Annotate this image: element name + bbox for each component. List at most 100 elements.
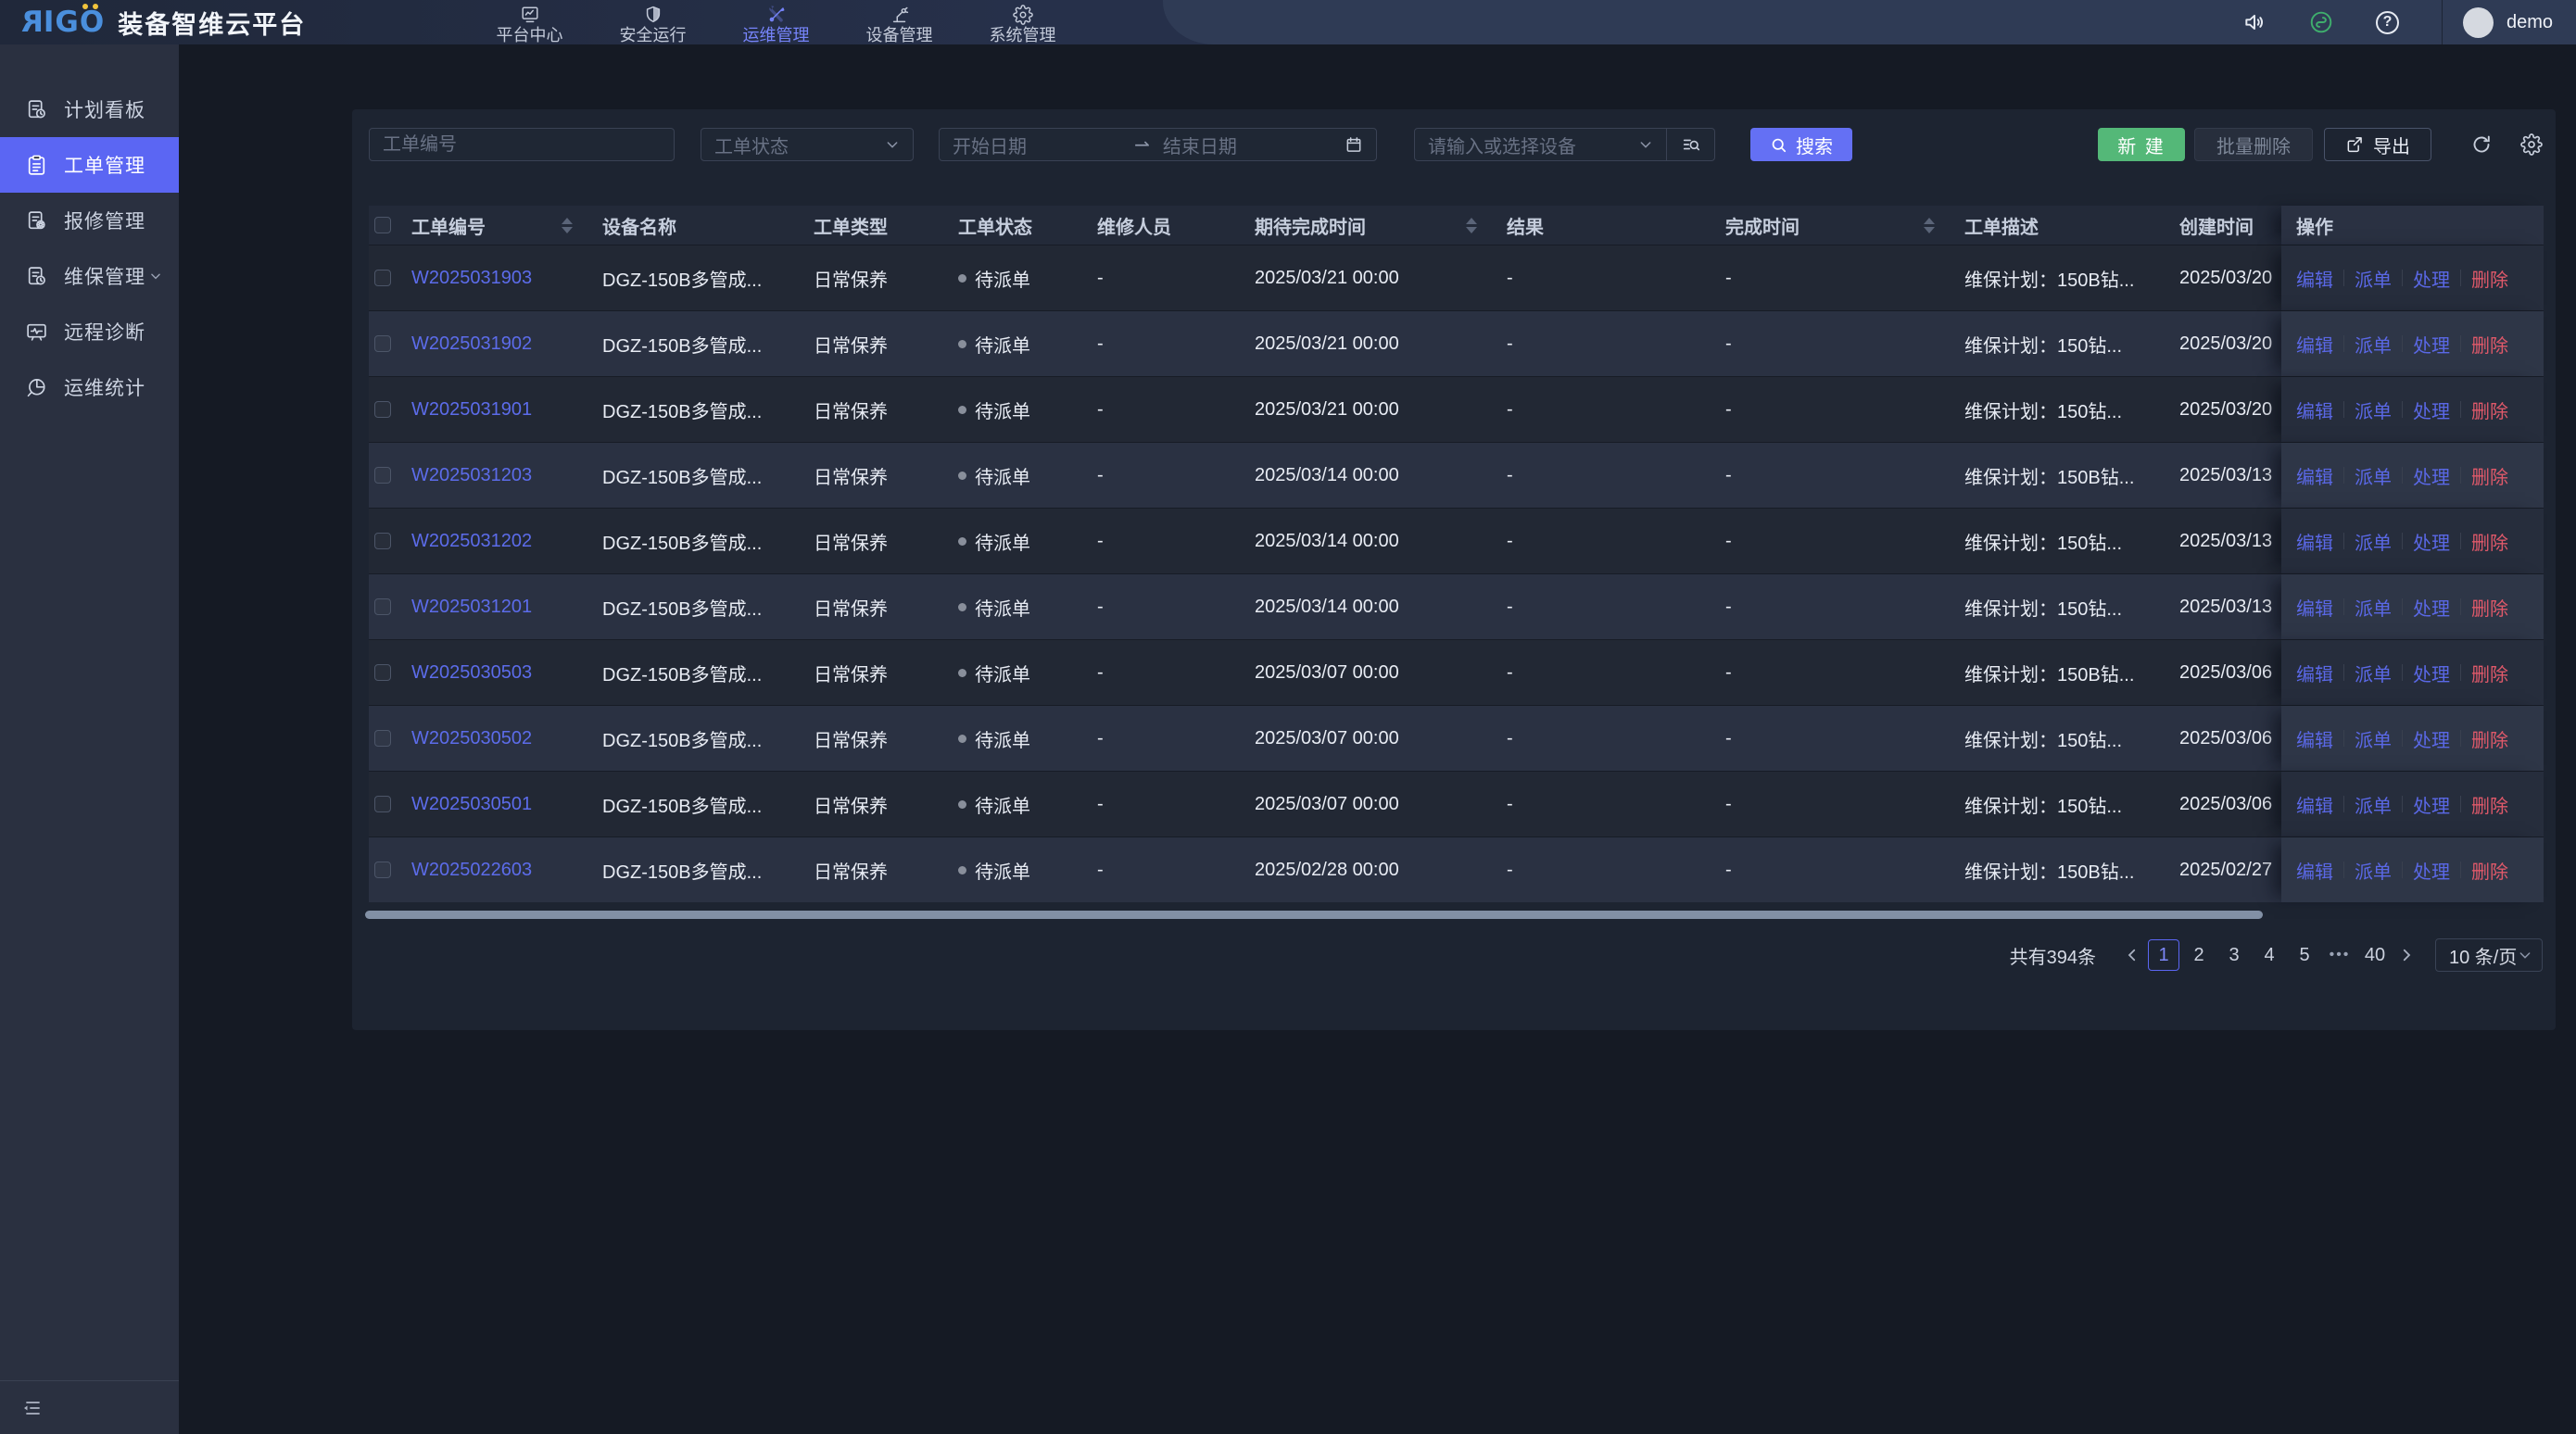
date-range-picker[interactable]: 开始日期 ⇀ 结束日期	[939, 128, 1377, 161]
action-link-2[interactable]: 派单	[2355, 660, 2392, 686]
work-order-link[interactable]: W2025031202	[411, 531, 532, 552]
nav-item-2[interactable]: 安全运行	[591, 0, 714, 44]
horizontal-scrollbar-thumb[interactable]	[365, 911, 2263, 919]
table-settings-gear-icon[interactable]	[2520, 133, 2543, 156]
work-order-link[interactable]: W2025031902	[411, 333, 532, 355]
work-order-link[interactable]: W2025031203	[411, 465, 532, 486]
work-order-link[interactable]: W2025031903	[411, 268, 532, 289]
action-link-1[interactable]: 编辑	[2296, 462, 2333, 489]
action-link-3[interactable]: 处理	[2413, 594, 2450, 621]
work-order-link[interactable]: W2025031901	[411, 399, 532, 421]
user-avatar[interactable]	[2463, 7, 2494, 38]
page-number-4[interactable]: 4	[2254, 939, 2285, 971]
create-button[interactable]: 新 建	[2098, 128, 2185, 161]
work-order-link[interactable]: W2025022603	[411, 860, 532, 881]
nav-item-5[interactable]: 系统管理	[961, 0, 1084, 44]
row-checkbox[interactable]	[374, 401, 391, 418]
device-list-search-button[interactable]	[1667, 128, 1715, 161]
action-link-2[interactable]: 派单	[2355, 265, 2392, 292]
row-checkbox[interactable]	[374, 270, 391, 286]
action-link-1[interactable]: 编辑	[2296, 396, 2333, 423]
action-link-4[interactable]: 删除	[2471, 331, 2508, 358]
sidebar-item-6[interactable]: 运维统计	[0, 359, 179, 415]
action-link-2[interactable]: 派单	[2355, 462, 2392, 489]
order-no-input[interactable]	[369, 128, 675, 161]
username[interactable]: demo	[2507, 12, 2553, 33]
action-link-4[interactable]: 删除	[2471, 725, 2508, 752]
prev-page-icon[interactable]	[2124, 947, 2140, 963]
action-link-3[interactable]: 处理	[2413, 265, 2450, 292]
action-link-4[interactable]: 删除	[2471, 265, 2508, 292]
nav-item-1[interactable]: 平台中心	[468, 0, 591, 44]
work-order-link[interactable]: W2025030503	[411, 662, 532, 684]
action-link-3[interactable]: 处理	[2413, 725, 2450, 752]
action-link-3[interactable]: 处理	[2413, 331, 2450, 358]
collapse-sidebar-icon[interactable]	[20, 1397, 43, 1419]
action-link-3[interactable]: 处理	[2413, 857, 2450, 884]
page-number-40[interactable]: 40	[2359, 939, 2391, 971]
work-order-link[interactable]: W2025030502	[411, 728, 532, 749]
action-link-4[interactable]: 删除	[2471, 660, 2508, 686]
page-number-3[interactable]: 3	[2218, 939, 2250, 971]
action-link-1[interactable]: 编辑	[2296, 265, 2333, 292]
row-checkbox[interactable]	[374, 796, 391, 812]
action-link-4[interactable]: 删除	[2471, 594, 2508, 621]
page-number-2[interactable]: 2	[2183, 939, 2215, 971]
nav-item-4[interactable]: 设备管理	[838, 0, 961, 44]
page-size-select[interactable]: 10 条/页	[2435, 938, 2543, 972]
row-checkbox[interactable]	[374, 467, 391, 484]
action-link-1[interactable]: 编辑	[2296, 857, 2333, 884]
action-link-3[interactable]: 处理	[2413, 462, 2450, 489]
batch-delete-button[interactable]: 批量删除	[2194, 128, 2313, 161]
work-order-link[interactable]: W2025031201	[411, 597, 532, 618]
action-link-2[interactable]: 派单	[2355, 594, 2392, 621]
work-order-link[interactable]: W2025030501	[411, 794, 532, 815]
row-checkbox[interactable]	[374, 598, 391, 615]
row-checkbox[interactable]	[374, 664, 391, 681]
action-link-3[interactable]: 处理	[2413, 791, 2450, 818]
nav-item-3[interactable]: 运维管理	[714, 0, 838, 44]
refresh-icon[interactable]	[2470, 133, 2493, 156]
action-link-1[interactable]: 编辑	[2296, 660, 2333, 686]
action-link-1[interactable]: 编辑	[2296, 725, 2333, 752]
action-link-4[interactable]: 删除	[2471, 462, 2508, 489]
device-select[interactable]: 请输入或选择设备	[1414, 128, 1667, 161]
sort-icon[interactable]	[562, 218, 573, 233]
help-icon[interactable]: ?	[2376, 11, 2399, 34]
page-number-5[interactable]: 5	[2289, 939, 2320, 971]
action-link-3[interactable]: 处理	[2413, 660, 2450, 686]
action-link-3[interactable]: 处理	[2413, 396, 2450, 423]
action-link-1[interactable]: 编辑	[2296, 528, 2333, 555]
order-status-select[interactable]: 工单状态	[701, 128, 914, 161]
row-checkbox[interactable]	[374, 533, 391, 549]
action-link-1[interactable]: 编辑	[2296, 791, 2333, 818]
action-link-1[interactable]: 编辑	[2296, 594, 2333, 621]
action-link-2[interactable]: 派单	[2355, 396, 2392, 423]
action-link-4[interactable]: 删除	[2471, 396, 2508, 423]
sidebar-item-5[interactable]: 远程诊断	[0, 304, 179, 359]
sort-icon[interactable]	[1466, 218, 1477, 233]
action-link-1[interactable]: 编辑	[2296, 331, 2333, 358]
select-all-checkbox[interactable]	[374, 217, 391, 233]
row-checkbox[interactable]	[374, 335, 391, 352]
action-link-4[interactable]: 删除	[2471, 857, 2508, 884]
next-page-icon[interactable]	[2398, 947, 2415, 963]
action-link-4[interactable]: 删除	[2471, 528, 2508, 555]
action-link-2[interactable]: 派单	[2355, 528, 2392, 555]
sort-icon[interactable]	[1924, 218, 1935, 233]
action-link-4[interactable]: 删除	[2471, 791, 2508, 818]
action-link-2[interactable]: 派单	[2355, 725, 2392, 752]
sidebar-item-2[interactable]: 工单管理	[0, 137, 179, 193]
page-number-1[interactable]: 1	[2148, 939, 2179, 971]
row-checkbox[interactable]	[374, 730, 391, 747]
volume-icon[interactable]	[2242, 10, 2267, 34]
sidebar-item-3[interactable]: 报修管理	[0, 193, 179, 248]
export-button[interactable]: 导出	[2324, 128, 2431, 161]
search-button[interactable]: 搜索	[1750, 128, 1852, 161]
connection-link-icon[interactable]	[2309, 10, 2333, 34]
row-checkbox[interactable]	[374, 862, 391, 878]
action-link-2[interactable]: 派单	[2355, 857, 2392, 884]
action-link-2[interactable]: 派单	[2355, 791, 2392, 818]
action-link-2[interactable]: 派单	[2355, 331, 2392, 358]
sidebar-item-1[interactable]: 计划看板	[0, 82, 179, 137]
